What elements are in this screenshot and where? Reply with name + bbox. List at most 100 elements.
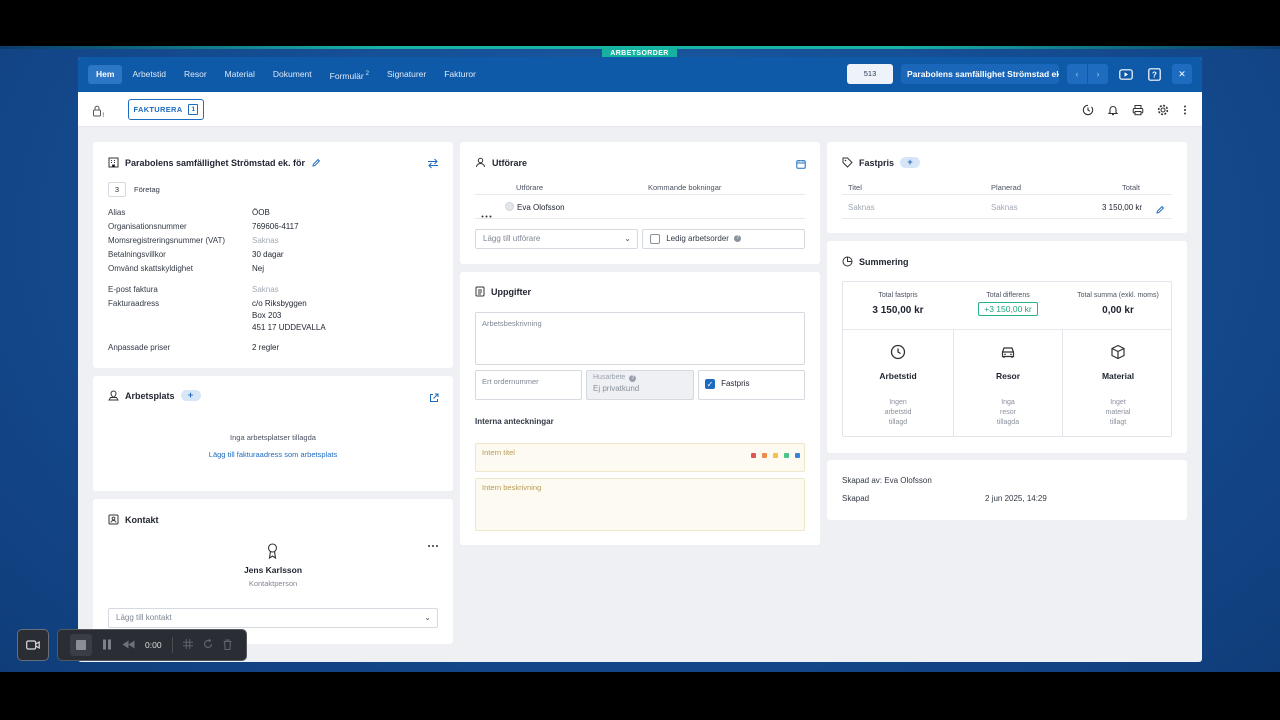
color-swatch-orange[interactable] (762, 453, 767, 458)
tab-formular[interactable]: Formulär 2 (322, 65, 377, 84)
total-sum: Total summa (exkl. moms) 0,00 kr (1063, 292, 1173, 316)
vacant-order-label: Ledig arbetsorder (666, 234, 729, 243)
external-link-icon[interactable] (429, 390, 439, 408)
add-fixed-price-button[interactable]: + (900, 157, 921, 168)
add-performer-select[interactable]: Lägg till utförare ⌄ (475, 229, 638, 249)
tab-label: Formulär (329, 70, 364, 81)
row-value: 30 dagar (252, 250, 284, 259)
tab-badge: 2 (365, 71, 370, 77)
internal-notes-heading: Interna anteckningar (475, 417, 554, 426)
print-icon[interactable] (1132, 103, 1144, 121)
clipboard-icon (475, 286, 485, 297)
restart-icon[interactable] (203, 638, 213, 651)
history-icon[interactable] (1082, 103, 1094, 121)
calendar-icon[interactable] (796, 156, 806, 174)
svg-text:$: $ (103, 113, 105, 118)
add-contact-select[interactable]: Lägg till kontakt ⌄ (108, 608, 438, 628)
tasks-card: Uppgifter Arbetsbeskrivning Ert ordernum… (460, 272, 820, 545)
created-label: Skapad (842, 494, 870, 503)
trash-icon[interactable] (223, 638, 232, 652)
order-number[interactable]: 513 (847, 64, 893, 84)
tab-resor[interactable]: Resor (176, 65, 215, 84)
close-window-button[interactable]: ✕ (1172, 64, 1192, 84)
row-more-icon[interactable] (481, 205, 492, 223)
summary-card: Summering Total fastpris 3 150,00 kr Tot… (827, 241, 1187, 453)
settings-gear-icon[interactable] (1157, 103, 1169, 121)
stop-button[interactable] (70, 634, 92, 656)
vacant-order-checkbox-field[interactable]: Ledig arbetsorder ? (642, 229, 805, 249)
vacant-order-checkbox[interactable] (650, 233, 660, 244)
tab-label: Material (224, 69, 255, 79)
swap-arrows-icon[interactable] (427, 156, 439, 174)
tab-label: Hem (96, 69, 115, 79)
clock-icon (890, 344, 906, 360)
table-divider (475, 194, 805, 195)
row-label: Organisationsnummer (108, 222, 187, 231)
add-address-as-workplace-link[interactable]: Lägg till fakturaadress som arbetsplats (93, 450, 453, 459)
tab-dokument[interactable]: Dokument (265, 65, 320, 84)
stop-icon (76, 640, 86, 650)
summary-title: Summering (859, 256, 909, 267)
travel-title: Resor (995, 371, 1021, 381)
bell-icon[interactable] (1107, 103, 1119, 121)
next-order-button[interactable]: › (1088, 64, 1108, 84)
workplace-title: Arbetsplats (125, 390, 175, 401)
row-label: Omvänd skattskyldighet (108, 264, 193, 273)
internal-description-textarea[interactable]: Intern beskrivning (475, 478, 805, 531)
work-description-placeholder: Arbetsbeskrivning (482, 319, 542, 328)
row-value: ÖOB (252, 208, 270, 217)
info-icon[interactable]: ? (629, 375, 637, 382)
more-vertical-icon[interactable] (1182, 103, 1188, 121)
prices-value: 2 regler (252, 343, 280, 352)
contact-more-icon[interactable] (427, 535, 439, 553)
fixed-price-checkbox-field[interactable]: ✓ Fastpris (698, 370, 805, 400)
grid-icon[interactable] (182, 639, 193, 651)
summary-material[interactable]: Material Inget material tillagt (1063, 344, 1173, 428)
tab-signaturer[interactable]: Signaturer (379, 65, 434, 84)
address-label: Fakturaadress (108, 299, 160, 308)
material-title: Material (1101, 371, 1135, 381)
summary-travel[interactable]: Resor Inga resor tillagda (953, 344, 1063, 428)
color-swatch-green[interactable] (784, 453, 789, 458)
total-diff: Total differens +3 150,00 kr (953, 292, 1063, 317)
fixed-price-card-title: Fastpris + (842, 157, 921, 168)
col-total: Totalt (1122, 183, 1140, 192)
pause-icon[interactable] (102, 639, 112, 652)
rewind-icon[interactable] (122, 640, 135, 651)
email-value: Saknas (252, 285, 279, 294)
color-swatch-blue[interactable] (795, 453, 800, 458)
camera-toggle-button[interactable] (17, 629, 49, 661)
info-icon[interactable]: ? (734, 235, 742, 243)
help-icon[interactable]: ? (1144, 64, 1164, 84)
contact-role: Kontaktperson (248, 579, 298, 588)
col-title: Titel (848, 183, 862, 192)
video-icon[interactable] (1116, 64, 1136, 84)
order-title: Parabolens samfällighet Strömstad ek... (901, 64, 1059, 84)
color-swatch-red[interactable] (751, 453, 756, 458)
tab-material[interactable]: Material (217, 65, 263, 84)
table-divider (475, 218, 805, 219)
add-performer-placeholder: Lägg till utförare (483, 234, 541, 243)
lock-money-icon[interactable]: $ (92, 104, 106, 122)
tab-fakturor[interactable]: Fakturor (436, 65, 484, 84)
rot-field[interactable]: Husarbete ? Ej privatkund (586, 370, 694, 400)
work-description-textarea[interactable]: Arbetsbeskrivning (475, 312, 805, 365)
color-swatch-yellow[interactable] (773, 453, 778, 458)
internal-title-input[interactable]: Intern titel (475, 443, 805, 472)
video-camera-icon (26, 640, 40, 650)
tab-hem[interactable]: Hem (88, 65, 123, 84)
fixed-price-checkbox[interactable]: ✓ (705, 379, 715, 390)
add-workplace-button[interactable]: + (180, 390, 201, 401)
tasks-title: Uppgifter (491, 286, 531, 297)
work-order-window: Hem Arbetstid Resor Material Dokument Fo… (78, 57, 1202, 662)
summary-worktime[interactable]: Arbetstid Ingen arbetstid tillagd (843, 344, 953, 428)
contact-card-title: Kontakt (108, 514, 159, 525)
invoice-button[interactable]: FAKTURERA 1 (128, 99, 204, 120)
email-label: E-post faktura (108, 285, 158, 294)
contact-card-icon (108, 514, 119, 525)
edit-pencil-icon[interactable] (311, 158, 321, 168)
order-number-input[interactable]: Ert ordernummer (475, 370, 582, 400)
prev-order-button[interactable]: ‹ (1067, 64, 1087, 84)
tab-arbetstid[interactable]: Arbetstid (124, 65, 174, 84)
performer-title: Utförare (492, 157, 528, 168)
